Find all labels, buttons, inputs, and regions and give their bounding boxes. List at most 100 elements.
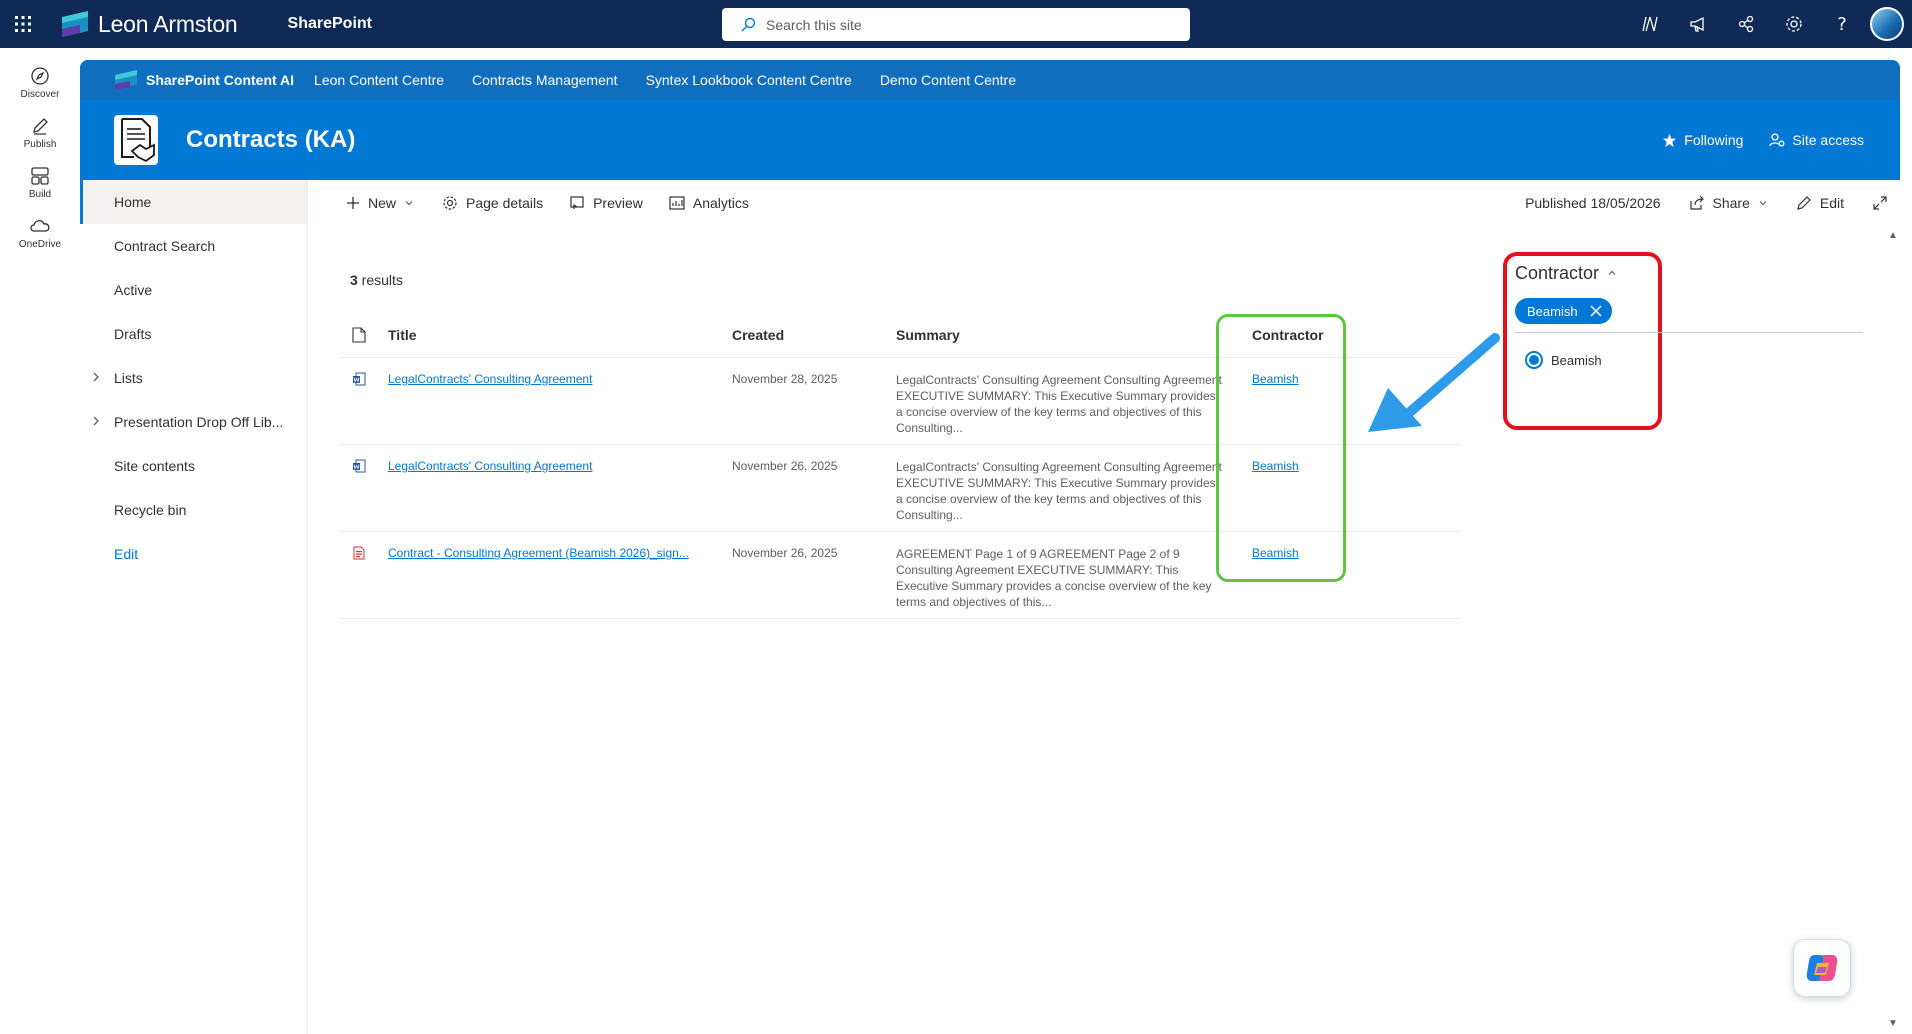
chevron-up-icon	[1608, 270, 1616, 275]
appbar-discover[interactable]: Discover	[0, 58, 80, 108]
preview-button[interactable]: Preview	[569, 195, 643, 211]
site-title-row: Contracts (KA) Following Site access	[80, 100, 1900, 180]
nav-item-lists[interactable]: Lists	[80, 356, 307, 400]
nav-item-site-contents[interactable]: Site contents	[80, 444, 307, 488]
nav-item-drafts[interactable]: Drafts	[80, 312, 307, 356]
scroll-down-arrow-icon[interactable]: ▼	[1888, 1018, 1898, 1029]
help-icon[interactable]: ?	[1818, 0, 1866, 48]
site-access-label: Site access	[1792, 132, 1864, 148]
column-header-title[interactable]: Title	[388, 327, 732, 343]
avatar[interactable]	[1870, 7, 1904, 41]
site-search-box[interactable]	[722, 8, 1190, 41]
copilot-button[interactable]	[1793, 939, 1851, 997]
analytics-button[interactable]: Analytics	[669, 195, 749, 211]
preview-icon	[570, 196, 584, 209]
result-title-link[interactable]: LegalContracts' Consulting Agreement	[388, 372, 592, 386]
appbar-build[interactable]: Build	[0, 158, 80, 208]
nav-item-label: Lists	[114, 370, 143, 386]
column-header-summary[interactable]: Summary	[896, 327, 1240, 343]
tenant-logo-icon	[62, 11, 88, 37]
share-network-icon[interactable]	[1722, 0, 1770, 48]
nav-edit-label: Edit	[114, 546, 139, 562]
expand-button[interactable]	[1872, 195, 1888, 211]
suite-bar: Leon Armston SharePoint ?	[0, 0, 1912, 48]
nav-item-active[interactable]: Active	[80, 268, 307, 312]
page-details-label: Page details	[466, 195, 544, 211]
nav-item-label: Recycle bin	[114, 502, 187, 518]
search-input[interactable]	[766, 16, 1146, 33]
chevron-right-icon[interactable]	[90, 415, 102, 427]
radio-selected-icon[interactable]	[1525, 351, 1543, 369]
nav-item-label: Contract Search	[114, 238, 216, 254]
people-settings-icon	[1769, 132, 1785, 146]
nav-item-contract-search[interactable]: Contract Search	[80, 224, 307, 268]
pdf-icon	[353, 546, 365, 560]
nav-item-recycle-bin[interactable]: Recycle bin	[80, 488, 307, 532]
left-navigation: Home Contract Search Active Drafts Lists…	[80, 180, 308, 1034]
hub-link-syntex-lookbook[interactable]: Syntex Lookbook Content Centre	[646, 72, 852, 88]
page-details-button[interactable]: Page details	[442, 195, 543, 211]
created-cell: November 26, 2025	[732, 546, 838, 560]
refiner-option[interactable]: Beamish	[1525, 351, 1863, 369]
selected-filter-chip[interactable]: Beamish	[1515, 298, 1612, 324]
nav-item-home[interactable]: Home	[80, 180, 307, 224]
command-bar-right: Published 18/05/2026 Share Edit	[1525, 180, 1888, 226]
appbar-label: Discover	[20, 89, 60, 100]
result-title-link[interactable]: LegalContracts' Consulting Agreement	[388, 459, 592, 473]
expand-icon	[1873, 196, 1887, 210]
pen-icon	[33, 118, 48, 135]
file-type-header[interactable]	[340, 326, 388, 343]
viva-icon[interactable]	[1626, 0, 1674, 48]
tenant-name: Leon Armston	[98, 10, 238, 37]
appbar-publish[interactable]: Publish	[0, 108, 80, 158]
results-count-suffix: results	[357, 272, 403, 288]
share-button[interactable]: Share	[1689, 195, 1768, 211]
document-icon	[352, 326, 366, 343]
created-cell: November 28, 2025	[732, 372, 838, 386]
summary-cell: LegalContracts' Consulting Agreement Con…	[896, 373, 1222, 435]
tenant-brand[interactable]: Leon Armston	[60, 9, 238, 39]
appbar-label: OneDrive	[18, 239, 62, 250]
refiner-header[interactable]: Contractor	[1515, 258, 1863, 288]
scroll-up-arrow-icon[interactable]: ▲	[1888, 230, 1898, 241]
gear-icon	[443, 196, 457, 210]
site-access-button[interactable]: Site access	[1769, 132, 1864, 148]
hub-link-leon-content-centre[interactable]: Leon Content Centre	[314, 72, 444, 88]
preview-label: Preview	[593, 195, 643, 211]
column-header-created[interactable]: Created	[732, 327, 896, 343]
new-label: New	[368, 195, 397, 211]
new-button[interactable]: New	[346, 195, 414, 211]
summary-cell: LegalContracts' Consulting Agreement Con…	[896, 460, 1222, 522]
plus-icon	[347, 197, 359, 209]
compass-icon	[31, 67, 49, 85]
suite-actions: ?	[1626, 0, 1912, 48]
contract-handshake-icon	[121, 118, 155, 163]
nav-item-label: Presentation Drop Off Lib...	[114, 414, 284, 430]
app-launcher-button[interactable]	[0, 0, 46, 48]
hub-link-demo-content-centre[interactable]: Demo Content Centre	[880, 72, 1016, 88]
title-cell: Contract - Consulting Agreement (Beamish…	[388, 546, 732, 560]
contractor-refiner: Contractor Beamish Beamish	[1515, 258, 1863, 369]
chevron-right-icon[interactable]	[90, 371, 102, 383]
hub-link-contracts-management[interactable]: Contracts Management	[472, 72, 618, 88]
following-button[interactable]: Following	[1662, 132, 1743, 148]
site-title[interactable]: Contracts (KA)	[186, 126, 355, 154]
chevron-down-icon	[405, 201, 413, 206]
results-count: 3 results	[350, 272, 403, 288]
nav-edit-link[interactable]: Edit	[80, 532, 307, 576]
refiner-divider	[1515, 332, 1863, 333]
nav-item-presentation-drop-off[interactable]: Presentation Drop Off Lib...	[80, 400, 307, 444]
results-count-number: 3	[350, 272, 358, 288]
page-command-bar: New Page details Preview Analytics Publi…	[308, 180, 1900, 226]
site-logo[interactable]	[114, 115, 158, 165]
gear-icon[interactable]	[1770, 0, 1818, 48]
result-title-link[interactable]: Contract - Consulting Agreement (Beamish…	[388, 546, 689, 560]
megaphone-icon[interactable]	[1674, 0, 1722, 48]
appbar-onedrive[interactable]: OneDrive	[0, 208, 80, 258]
edit-page-button[interactable]: Edit	[1796, 195, 1844, 211]
close-icon[interactable]	[1590, 305, 1602, 317]
star-filled-icon	[1663, 133, 1677, 147]
hub-home-link[interactable]: SharePoint Content AI	[114, 69, 294, 91]
app-name-link[interactable]: SharePoint	[288, 15, 372, 33]
contractor-column-highlight	[1216, 314, 1346, 582]
